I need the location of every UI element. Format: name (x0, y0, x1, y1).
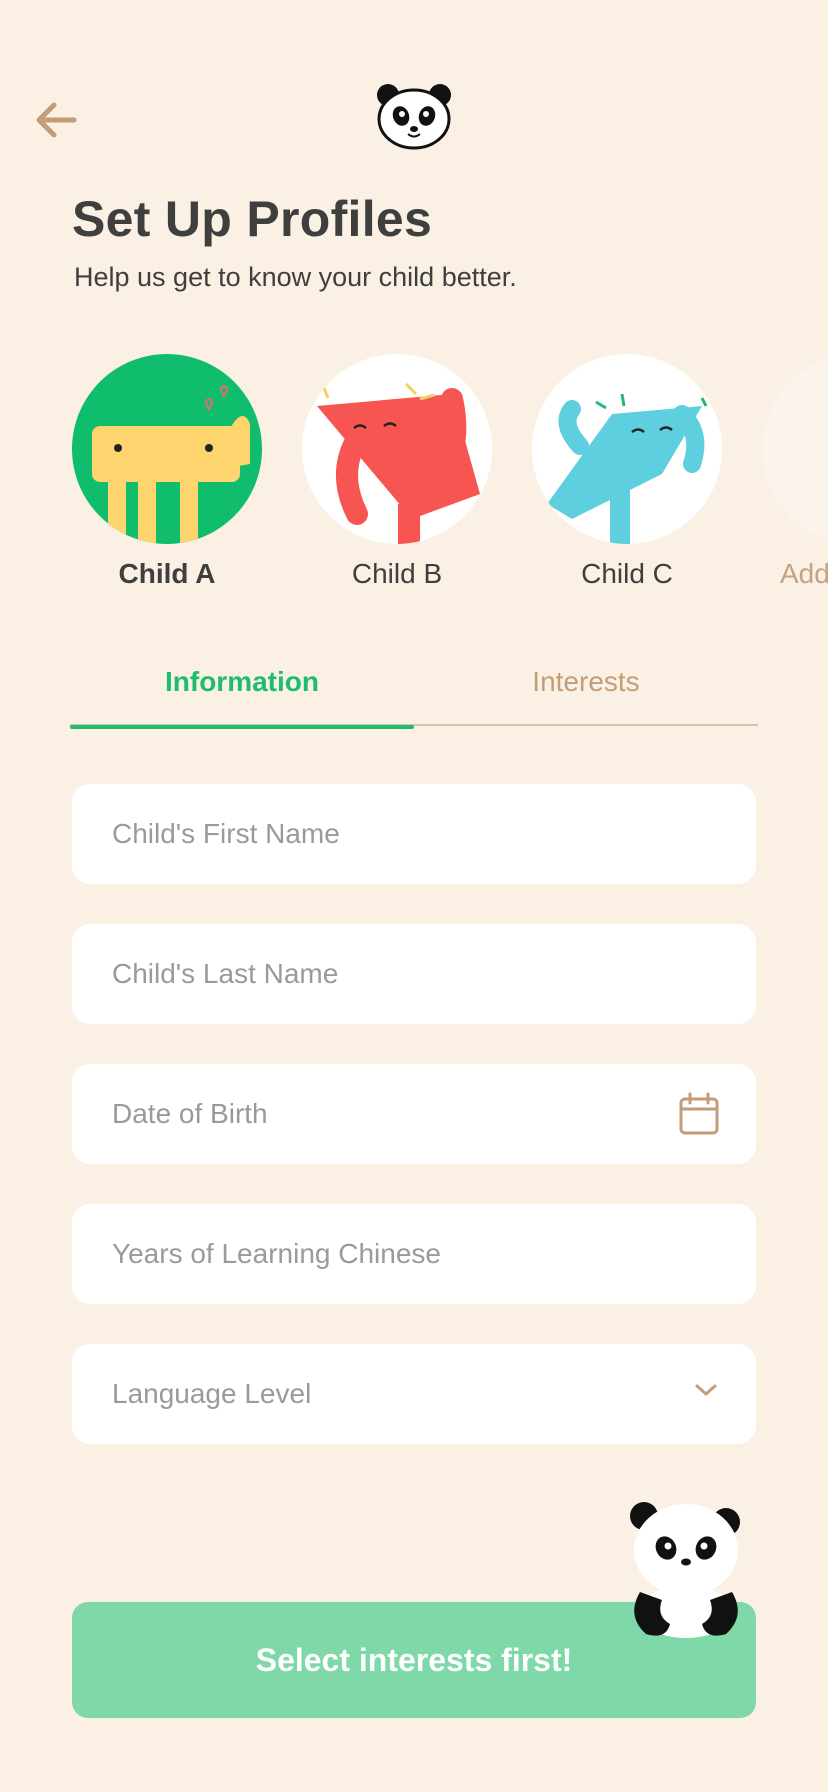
profile-child-b[interactable]: Child B (302, 354, 492, 590)
chevron-down-icon[interactable] (694, 1382, 718, 1403)
red-creature-avatar (302, 354, 492, 544)
profile-name: Add (780, 558, 828, 589)
date-of-birth-input[interactable] (72, 1064, 756, 1164)
profile-name: Child C (581, 558, 673, 589)
panda-face-icon (377, 84, 451, 150)
profile-carousel[interactable]: Child A Child B Child C Add (0, 354, 828, 594)
panda-mascot-icon (630, 1502, 740, 1638)
arrow-left-icon (36, 102, 77, 138)
last-name-field[interactable] (72, 924, 756, 1024)
profile-name: Child B (351, 558, 443, 589)
last-name-input[interactable] (72, 924, 756, 1024)
profile-tabs: Information Interests (70, 660, 758, 729)
page-subtitle: Help us get to know your child better. (74, 262, 517, 292)
profile-child-a[interactable]: Child A (72, 354, 262, 590)
first-name-field[interactable] (72, 784, 756, 884)
years-learning-field[interactable] (72, 1204, 756, 1304)
tab-information[interactable]: Information (70, 660, 414, 729)
profile-add[interactable]: Add (762, 354, 828, 590)
language-level-select[interactable] (72, 1344, 756, 1444)
blue-creature-avatar (532, 354, 722, 544)
page-title: Set Up Profiles (72, 191, 433, 247)
date-of-birth-field[interactable] (72, 1064, 756, 1164)
first-name-input[interactable] (72, 784, 756, 884)
add-profile-avatar (762, 354, 828, 544)
profile-child-c[interactable]: Child C (532, 354, 722, 590)
tab-interests[interactable]: Interests (414, 660, 758, 726)
yellow-creature-avatar (72, 354, 262, 544)
back-button[interactable] (30, 94, 82, 146)
profile-name: Child A (118, 558, 216, 589)
calendar-icon[interactable] (678, 1092, 720, 1141)
language-level-input[interactable] (72, 1344, 756, 1444)
years-learning-input[interactable] (72, 1204, 756, 1304)
